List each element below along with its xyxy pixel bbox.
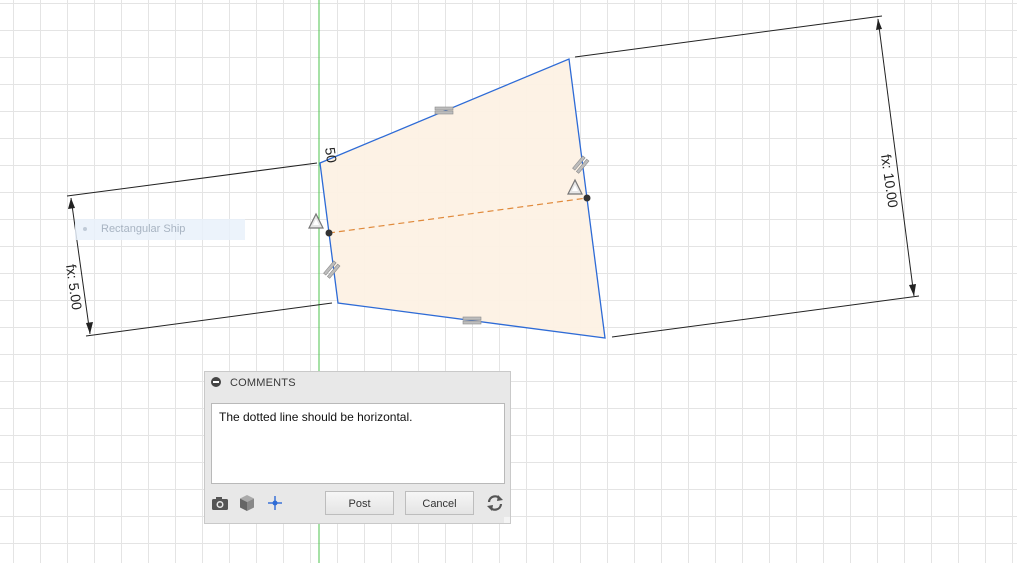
resize-grip[interactable] (504, 517, 510, 523)
quadrilateral-fill (320, 59, 605, 338)
comment-text-area[interactable]: The dotted line should be horizontal. (211, 403, 505, 484)
pin-icon[interactable] (266, 494, 284, 512)
cancel-button[interactable]: Cancel (405, 491, 474, 515)
arrowhead (909, 284, 916, 296)
extension-line (574, 15, 883, 58)
ghost-browser-item: Rectangular Ship (75, 219, 245, 240)
midpoint-constraint-icon[interactable] (308, 212, 324, 229)
extension-line (611, 295, 920, 338)
dimension-text-corner[interactable]: 50 (322, 146, 340, 164)
arrowhead (68, 198, 75, 209)
comments-title: COMMENTS (230, 377, 296, 389)
dotted-line-end-point[interactable] (583, 194, 591, 202)
bullet-icon (83, 227, 87, 232)
refresh-icon[interactable] (485, 493, 505, 513)
extension-line (85, 302, 333, 337)
arrowhead (876, 19, 882, 30)
camera-icon[interactable] (211, 494, 229, 512)
dotted-line-start-point[interactable] (325, 229, 333, 237)
dimension-text-short[interactable]: fx: 5.00 (63, 263, 85, 311)
arrowhead (86, 322, 93, 334)
box-view-icon[interactable] (238, 494, 256, 512)
post-button[interactable]: Post (325, 491, 394, 515)
collapse-icon[interactable] (211, 377, 221, 388)
comments-header[interactable]: COMMENTS (205, 372, 510, 394)
extension-line (66, 162, 318, 197)
dimension-text-long[interactable]: fx: 10.00 (878, 153, 901, 209)
ghost-item-label: Rectangular Ship (101, 223, 186, 235)
comments-panel: COMMENTS The dotted line should be horiz… (204, 371, 511, 524)
